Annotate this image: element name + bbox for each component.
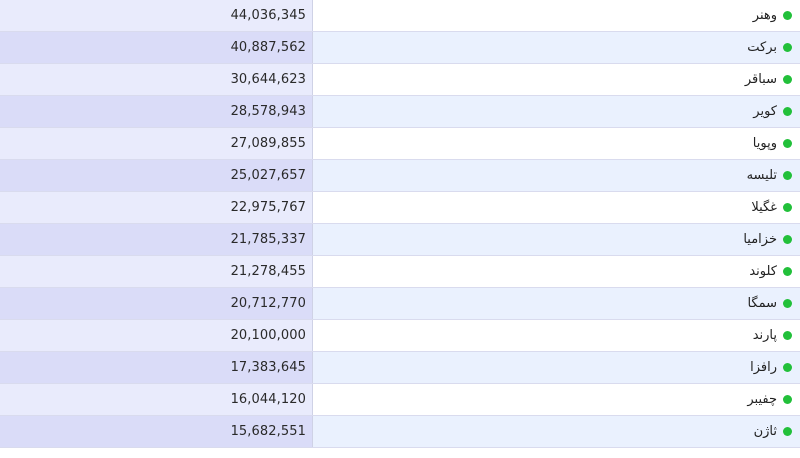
- row-name-cell: کلوند: [312, 256, 800, 287]
- row-name-cell: پارند: [312, 320, 800, 351]
- row-value: 25,027,657: [0, 160, 312, 191]
- row-name[interactable]: کویر: [753, 104, 777, 119]
- status-dot-icon: [783, 235, 792, 244]
- row-value: 20,100,000: [0, 320, 312, 351]
- row-name-cell: خزامیا: [312, 224, 800, 255]
- row-name-cell: ثاژن: [312, 416, 800, 447]
- status-dot-icon: [783, 171, 792, 180]
- status-dot-icon: [783, 395, 792, 404]
- table-row[interactable]: 20,712,770 سمگا: [0, 288, 800, 320]
- table-row[interactable]: 44,036,345 وهنر: [0, 0, 800, 32]
- table-row[interactable]: 16,044,120 چفیبر: [0, 384, 800, 416]
- row-name[interactable]: خزامیا: [743, 232, 777, 247]
- status-dot-icon: [783, 203, 792, 212]
- status-dot-icon: [783, 299, 792, 308]
- status-dot-icon: [783, 11, 792, 20]
- row-name[interactable]: غگیلا: [751, 200, 777, 215]
- table-row[interactable]: 28,578,943 کویر: [0, 96, 800, 128]
- row-name[interactable]: وهنر: [753, 8, 777, 23]
- row-value: 22,975,767: [0, 192, 312, 223]
- row-name-cell: چفیبر: [312, 384, 800, 415]
- row-name[interactable]: سمگا: [747, 296, 777, 311]
- row-value: 30,644,623: [0, 64, 312, 95]
- status-dot-icon: [783, 75, 792, 84]
- row-name[interactable]: چفیبر: [747, 392, 777, 407]
- row-name[interactable]: ثاژن: [754, 424, 777, 439]
- row-name-cell: سمگا: [312, 288, 800, 319]
- table-row[interactable]: 27,089,855 وپویا: [0, 128, 800, 160]
- status-dot-icon: [783, 427, 792, 436]
- row-name[interactable]: رافزا: [750, 360, 777, 375]
- table-row[interactable]: 22,975,767 غگیلا: [0, 192, 800, 224]
- row-name-cell: کویر: [312, 96, 800, 127]
- row-value: 28,578,943: [0, 96, 312, 127]
- status-dot-icon: [783, 331, 792, 340]
- row-value: 16,044,120: [0, 384, 312, 415]
- table-row[interactable]: 40,887,562 برکت: [0, 32, 800, 64]
- status-dot-icon: [783, 43, 792, 52]
- table-row[interactable]: 20,100,000 پارند: [0, 320, 800, 352]
- status-dot-icon: [783, 139, 792, 148]
- status-dot-icon: [783, 363, 792, 372]
- row-name-cell: سباقر: [312, 64, 800, 95]
- row-value: 20,712,770: [0, 288, 312, 319]
- table-row[interactable]: 21,785,337 خزامیا: [0, 224, 800, 256]
- row-name-cell: تلیسه: [312, 160, 800, 191]
- row-name-cell: غگیلا: [312, 192, 800, 223]
- stock-table: 44,036,345 وهنر 40,887,562 برکت 30,644,623 سب…: [0, 0, 800, 448]
- status-dot-icon: [783, 107, 792, 116]
- row-name[interactable]: سباقر: [745, 72, 777, 87]
- row-value: 44,036,345: [0, 0, 312, 31]
- table-row[interactable]: 21,278,455 کلوند: [0, 256, 800, 288]
- row-value: 17,383,645: [0, 352, 312, 383]
- table-row[interactable]: 15,682,551 ثاژن: [0, 416, 800, 448]
- row-name-cell: وپویا: [312, 128, 800, 159]
- row-name[interactable]: پارند: [753, 328, 777, 343]
- row-value: 21,278,455: [0, 256, 312, 287]
- table-row[interactable]: 25,027,657 تلیسه: [0, 160, 800, 192]
- row-name[interactable]: برکت: [747, 40, 777, 55]
- table-row[interactable]: 30,644,623 سباقر: [0, 64, 800, 96]
- table-row[interactable]: 17,383,645 رافزا: [0, 352, 800, 384]
- row-value: 27,089,855: [0, 128, 312, 159]
- row-name-cell: رافزا: [312, 352, 800, 383]
- row-name[interactable]: تلیسه: [747, 168, 777, 183]
- row-name[interactable]: وپویا: [753, 136, 777, 151]
- row-name[interactable]: کلوند: [749, 264, 777, 279]
- row-value: 21,785,337: [0, 224, 312, 255]
- status-dot-icon: [783, 267, 792, 276]
- row-name-cell: وهنر: [312, 0, 800, 31]
- row-value: 40,887,562: [0, 32, 312, 63]
- row-value: 15,682,551: [0, 416, 312, 447]
- row-name-cell: برکت: [312, 32, 800, 63]
